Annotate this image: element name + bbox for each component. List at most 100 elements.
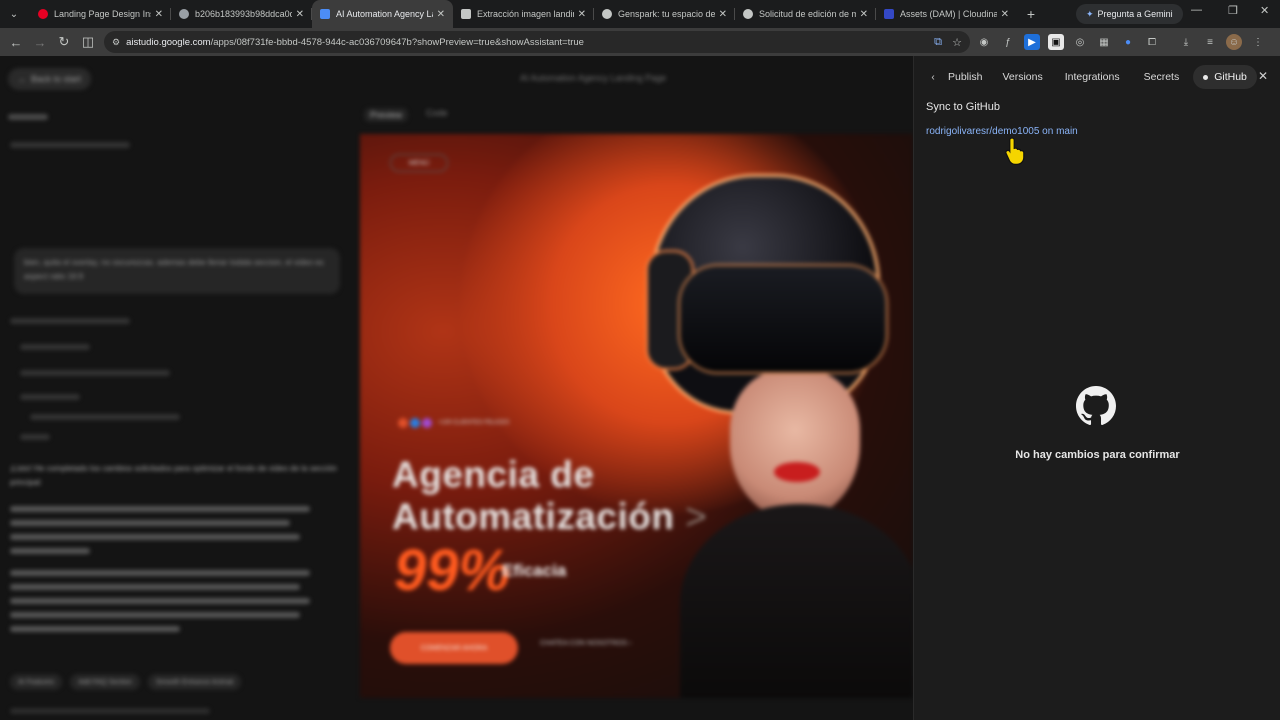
menu-button[interactable]: MENÚ (390, 154, 448, 172)
menu-label: MENÚ (408, 159, 430, 167)
panel-tabs: ‹ Publish Versions Integrations Secrets … (914, 65, 1280, 89)
hero-title: Agencia de Automatización > (392, 454, 707, 538)
landing-preview: MENÚ +100 CLIENTES FELICES Agencia de Au… (360, 134, 913, 698)
chat-placeholder-line (10, 534, 300, 540)
close-window-icon[interactable]: ✕ (1260, 4, 1269, 17)
vpn-extension-icon[interactable]: ● (1120, 34, 1136, 50)
reading-list-icon[interactable]: ≡ (1202, 34, 1218, 50)
tab-search-chevron-icon[interactable]: ⌄ (4, 4, 24, 24)
ask-gemini-label: Pregunta a Gemini (1097, 9, 1173, 19)
avatar-dot (398, 418, 408, 428)
user-message: bien, quita el overlay, no oscurezcas. a… (14, 248, 340, 294)
maximize-window-icon[interactable]: ❐ (1228, 4, 1238, 17)
chat-placeholder-line (20, 394, 80, 400)
gemini-favicon-icon (461, 9, 471, 19)
extensions-bar: ◉ ƒ ▶ ▣ ◎ ▦ ● ⧠ ⤓ ≡ ☺ ⋮ (976, 34, 1266, 50)
stat-value: 99% (394, 538, 511, 603)
close-tab-icon[interactable]: ✕ (155, 9, 163, 20)
suggestion-chip[interactable]: Smooth Entrance Animat (147, 674, 242, 690)
tab-title: Solicitud de edición de m (759, 9, 856, 19)
browser-tab-active[interactable]: AI Automation Agency Lan ✕ (312, 0, 453, 28)
chat-placeholder-line (10, 584, 300, 590)
download-icon[interactable]: ⤓ (1178, 34, 1194, 50)
browser-tab[interactable]: b206b183993b98ddca0d ✕ (171, 0, 312, 28)
camera-extension-icon[interactable]: ◉ (976, 34, 992, 50)
browser-tab[interactable]: Genspark: tu espacio de t ✕ (594, 0, 735, 28)
profile-avatar-icon[interactable]: ☺ (1226, 34, 1242, 50)
back-to-start-button[interactable]: ← Back to start (8, 68, 92, 90)
tab-versions-label: Versions (1002, 71, 1043, 83)
close-tab-icon[interactable]: ✕ (719, 9, 727, 20)
chevron-left-icon[interactable]: ‹ (922, 72, 944, 83)
address-bar[interactable]: ⚙ aistudio.google.com/apps/08f731fe-bbbd… (104, 31, 970, 53)
assistant-message-text: ¡Listo! He completado los cambios solici… (10, 464, 337, 487)
back-arrow-icon[interactable]: ← (4, 35, 28, 50)
chat-input[interactable] (10, 708, 210, 714)
tab-github[interactable]: GitHub (1193, 65, 1257, 89)
tab-title: Assets (DAM) | Cloudinary (900, 9, 997, 19)
hand-pointer-cursor-icon (1005, 137, 1025, 165)
close-tab-icon[interactable]: ✕ (860, 9, 868, 20)
tab-publish[interactable]: Publish (944, 65, 992, 89)
stat-label: Eficacia (502, 561, 567, 580)
tab-title: Landing Page Design Insp (54, 9, 151, 19)
browser-menu-icon[interactable]: ⋮ (1250, 34, 1266, 50)
tab-secrets[interactable]: Secrets (1134, 65, 1190, 89)
genspark-favicon-icon (602, 9, 612, 19)
site-settings-icon[interactable]: ⚙ (112, 37, 120, 48)
genspark-favicon-icon (743, 9, 753, 19)
app-title: AI Automation Agency Landing Page (520, 73, 667, 83)
chat-placeholder-line (10, 612, 300, 618)
forward-arrow-icon[interactable]: → (28, 35, 52, 50)
repo-branch-link[interactable]: rodrigolivaresr/demo1005 on main (926, 126, 1078, 137)
pinterest-favicon-icon (38, 9, 48, 19)
close-tab-icon[interactable]: ✕ (437, 9, 445, 20)
side-panel-icon[interactable]: ◫ (76, 34, 100, 50)
lips-image (774, 462, 820, 482)
tab-title: Genspark: tu espacio de t (618, 9, 715, 19)
browser-toolbar: ← → ↻ ◫ ⚙ aistudio.google.com/apps/08f73… (0, 28, 1280, 56)
minimize-window-icon[interactable]: — (1191, 4, 1202, 16)
install-app-icon[interactable]: ⧉ (934, 36, 942, 49)
puzzle-extensions-icon[interactable]: ⧠ (1144, 34, 1160, 50)
tab-title: Extracción imagen landing (477, 9, 574, 19)
play-extension-icon[interactable]: ▶ (1024, 34, 1040, 50)
browser-tab[interactable]: Landing Page Design Insp ✕ (30, 0, 171, 28)
dark-extension-icon[interactable]: ▣ (1048, 34, 1064, 50)
browser-tab[interactable]: Extracción imagen landing ✕ (453, 0, 594, 28)
tab-title: AI Automation Agency Lan (336, 9, 433, 19)
close-tab-icon[interactable]: ✕ (296, 9, 304, 20)
start-now-label: COMENZAR AHORA (420, 644, 488, 652)
chat-with-us-button[interactable]: CHATEA CON NOSOTROS › (540, 640, 631, 647)
font-extension-icon[interactable]: ƒ (1000, 34, 1016, 50)
suggestion-chip[interactable]: AI Features (10, 674, 63, 690)
bookmark-star-icon[interactable]: ☆ (952, 36, 962, 49)
grid-extension-icon[interactable]: ▦ (1096, 34, 1112, 50)
tab-preview[interactable]: Preview (364, 108, 409, 122)
assistant-message: ¡Listo! He completado los cambios solici… (10, 462, 340, 632)
tab-integrations[interactable]: Integrations (1055, 65, 1130, 89)
close-tab-icon[interactable]: ✕ (1001, 9, 1009, 20)
url-path: /apps/08f731fe-bbbd-4578-944c-ac03670964… (210, 36, 584, 48)
tab-versions[interactable]: Versions (992, 65, 1052, 89)
tab-code[interactable]: Code (426, 108, 448, 122)
tab-secrets-label: Secrets (1143, 71, 1180, 83)
tab-title: b206b183993b98ddca0d (195, 9, 292, 19)
clients-badge: +100 CLIENTES FELICES (398, 418, 509, 428)
chat-placeholder-line (10, 506, 310, 512)
empty-state-message: No hay cambios para confirmar (1015, 449, 1180, 461)
browser-tab[interactable]: Solicitud de edición de m ✕ (735, 0, 876, 28)
close-panel-icon[interactable]: ✕ (1258, 69, 1268, 83)
close-tab-icon[interactable]: ✕ (578, 9, 586, 20)
face-image (730, 370, 860, 520)
browser-tab[interactable]: Assets (DAM) | Cloudinary ✕ (876, 0, 1017, 28)
suggestion-chip[interactable]: Add FAQ Section (70, 674, 140, 690)
visor-image (678, 264, 888, 374)
start-now-button[interactable]: COMENZAR AHORA (390, 632, 518, 664)
reload-icon[interactable]: ↻ (52, 34, 76, 50)
ask-gemini-button[interactable]: ✦ Pregunta a Gemini (1076, 4, 1183, 24)
hero-title-line1: Agencia de (392, 454, 595, 495)
circle-extension-icon[interactable]: ◎ (1072, 34, 1088, 50)
new-tab-plus-icon[interactable]: + (1021, 6, 1041, 22)
globe-favicon-icon (179, 9, 189, 19)
